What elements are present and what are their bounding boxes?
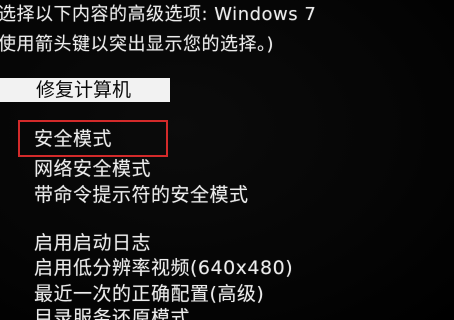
header-title: 选择以下内容的高级选项: Windows 7	[0, 4, 317, 25]
option-safe-mode-networking[interactable]: 网络安全模式	[34, 158, 151, 180]
option-last-known-good[interactable]: 最近一次的正确配置(高级)	[34, 283, 264, 305]
option-repair-computer[interactable]: 修复计算机	[36, 79, 131, 101]
option-directory-services-restore[interactable]: 目录服务还原模式	[34, 307, 190, 320]
boot-options-screen: 选择以下内容的高级选项: Windows 7 使用箭头键以突出显示您的选择。) …	[0, 0, 454, 320]
header-instructions: 使用箭头键以突出显示您的选择。)	[0, 34, 275, 55]
option-low-resolution-video[interactable]: 启用低分辨率视频(640x480)	[34, 257, 293, 279]
option-enable-boot-logging[interactable]: 启用启动日志	[34, 232, 151, 254]
option-safe-mode[interactable]: 安全模式	[34, 128, 112, 150]
option-safe-mode-command-prompt[interactable]: 带命令提示符的安全模式	[34, 184, 249, 206]
